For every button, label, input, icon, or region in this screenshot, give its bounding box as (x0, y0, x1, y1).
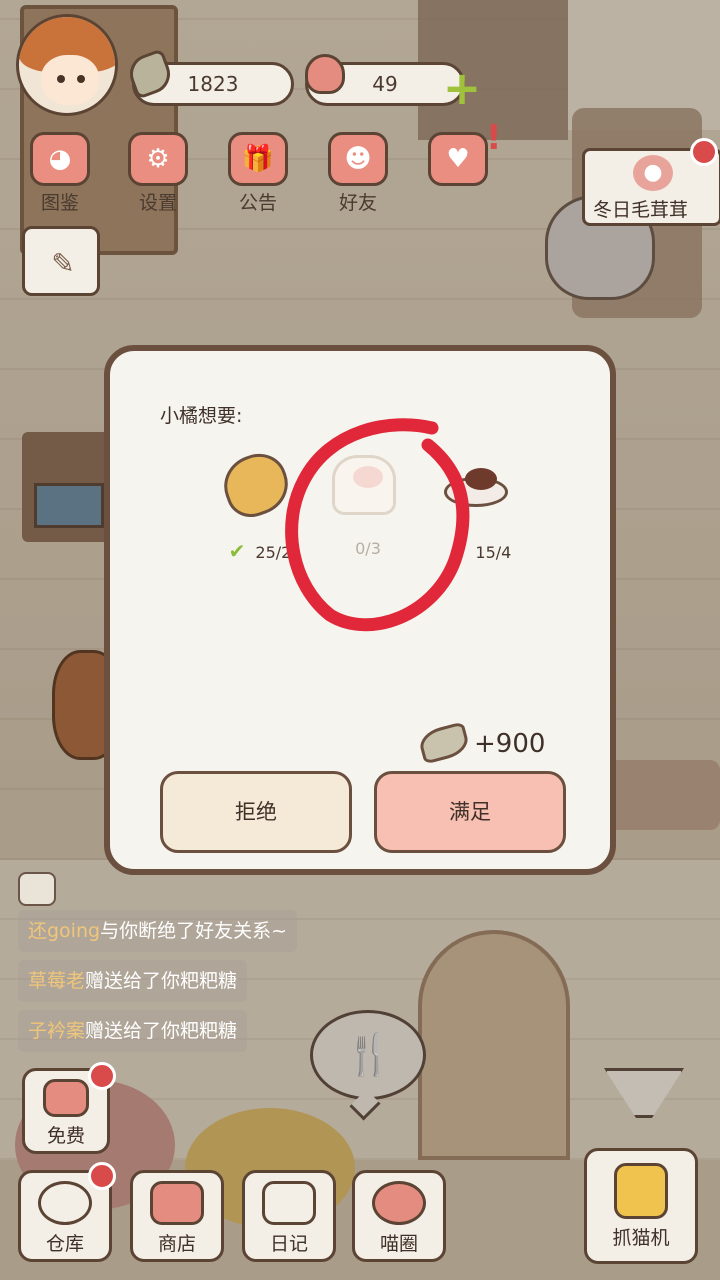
reward-amount: +900 (474, 729, 546, 759)
diary-label: 日记 (269, 1233, 308, 1255)
chat-text: 赠送给了你粑粑糖 (85, 970, 238, 992)
avatar-eye (57, 75, 65, 83)
free-label: 免费 (46, 1125, 85, 1147)
refuse-button[interactable]: 拒绝 (160, 771, 352, 853)
pig-bun-icon (332, 455, 396, 515)
request-count: ✔ 25/2 (210, 539, 310, 563)
gear-icon: ⚙ (128, 132, 188, 186)
menu-settings[interactable]: ⚙ 设置 (118, 132, 198, 214)
claw-machine-label: 抓猫机 (612, 1227, 670, 1249)
notification-dot (88, 1062, 116, 1090)
warehouse-label: 仓库 (45, 1233, 84, 1255)
menu-friends[interactable]: ☻ 好友 (318, 132, 398, 214)
count-text: 25/2 (255, 543, 292, 562)
cat-circle-button[interactable]: 喵圈 (352, 1170, 446, 1262)
gift-icon: 🎁 (228, 132, 288, 186)
count-text: 15/4 (475, 543, 512, 562)
chat-text: 与你断绝了好友关系~ (100, 920, 287, 942)
menu-announcement[interactable]: 🎁 公告 (218, 132, 298, 214)
friends-icon: ☻ (328, 132, 388, 186)
alert-mark: ! (486, 118, 502, 158)
count-text: 0/3 (355, 539, 381, 558)
check-icon: ✔ (448, 539, 466, 563)
chat-user: 子衿案 (28, 1020, 86, 1042)
dessert-tray (605, 760, 720, 830)
request-count: ✔ 15/4 (430, 539, 530, 563)
cat-face-icon: ◕ (30, 132, 90, 186)
notification-dot (690, 138, 718, 166)
chat-toggle-button[interactable] (18, 872, 56, 906)
chat-message: 子衿案赠送给了你粑粑糖 (18, 1010, 248, 1052)
heart-icon (305, 54, 345, 94)
request-item: ✔ 15/4 (430, 455, 530, 575)
pencil-icon: ✎ (51, 247, 75, 280)
check-icon: ✔ (228, 539, 246, 563)
meat-plate-icon (444, 468, 508, 507)
hearts-icon: ♥ (428, 132, 488, 186)
request-item: ✔ 25/2 (210, 445, 310, 575)
menu-label: 公告 (238, 192, 277, 214)
chat-user: 还going (28, 920, 101, 942)
avatar-eye (77, 75, 85, 83)
avatar-face (41, 55, 99, 105)
add-hearts-button[interactable]: + (442, 65, 482, 111)
menu-label: 图鉴 (40, 192, 79, 214)
paw-icon: ● (633, 155, 673, 191)
shop-icon (150, 1181, 204, 1225)
potato-icon (215, 445, 297, 525)
menu-label: 设置 (138, 192, 177, 214)
diary-button[interactable]: 日记 (242, 1170, 336, 1262)
chat-user: 草莓老 (28, 970, 86, 992)
event-badge-label: 冬日毛茸茸 (593, 199, 689, 221)
heart-icon (43, 1079, 89, 1117)
rice-bowl-icon (38, 1181, 92, 1225)
diary-icon (262, 1181, 316, 1225)
meat (465, 468, 497, 490)
chat-message: 还going与你断绝了好友关系~ (18, 910, 297, 952)
accept-button[interactable]: 满足 (374, 771, 566, 853)
cutlery-icon: 🍴 (344, 1032, 394, 1078)
chat-message: 草莓老赠送给了你粑粑糖 (18, 960, 248, 1002)
shop-label: 商店 (157, 1233, 196, 1255)
request-item-missing: 0/3 (318, 455, 418, 575)
shop-button[interactable]: 商店 (130, 1170, 224, 1262)
cat-circle-label: 喵圈 (379, 1233, 418, 1255)
claw-machine-button[interactable]: 抓猫机 (584, 1148, 698, 1264)
arched-door (418, 930, 570, 1160)
menu-catalog[interactable]: ◕ 图鉴 (20, 132, 100, 214)
request-count: 0/3 (318, 539, 418, 558)
fish-icon (416, 721, 472, 765)
claw-icon (614, 1163, 668, 1219)
cat-planet-icon (372, 1181, 426, 1225)
menu-label: 好友 (338, 192, 377, 214)
chat-text: 赠送给了你粑粑糖 (85, 1020, 238, 1042)
dialog-title: 小橘想要: (160, 405, 243, 427)
player-avatar[interactable] (16, 14, 118, 116)
notification-dot (88, 1162, 116, 1190)
tv-screen (34, 483, 104, 528)
pig-face (353, 466, 383, 488)
order-request-dialog: 小橘想要: ✔ 25/2 0/3 ✔ 15/4 +900 拒绝 满足 (104, 345, 616, 875)
memo-button[interactable]: ✎ (22, 226, 100, 296)
